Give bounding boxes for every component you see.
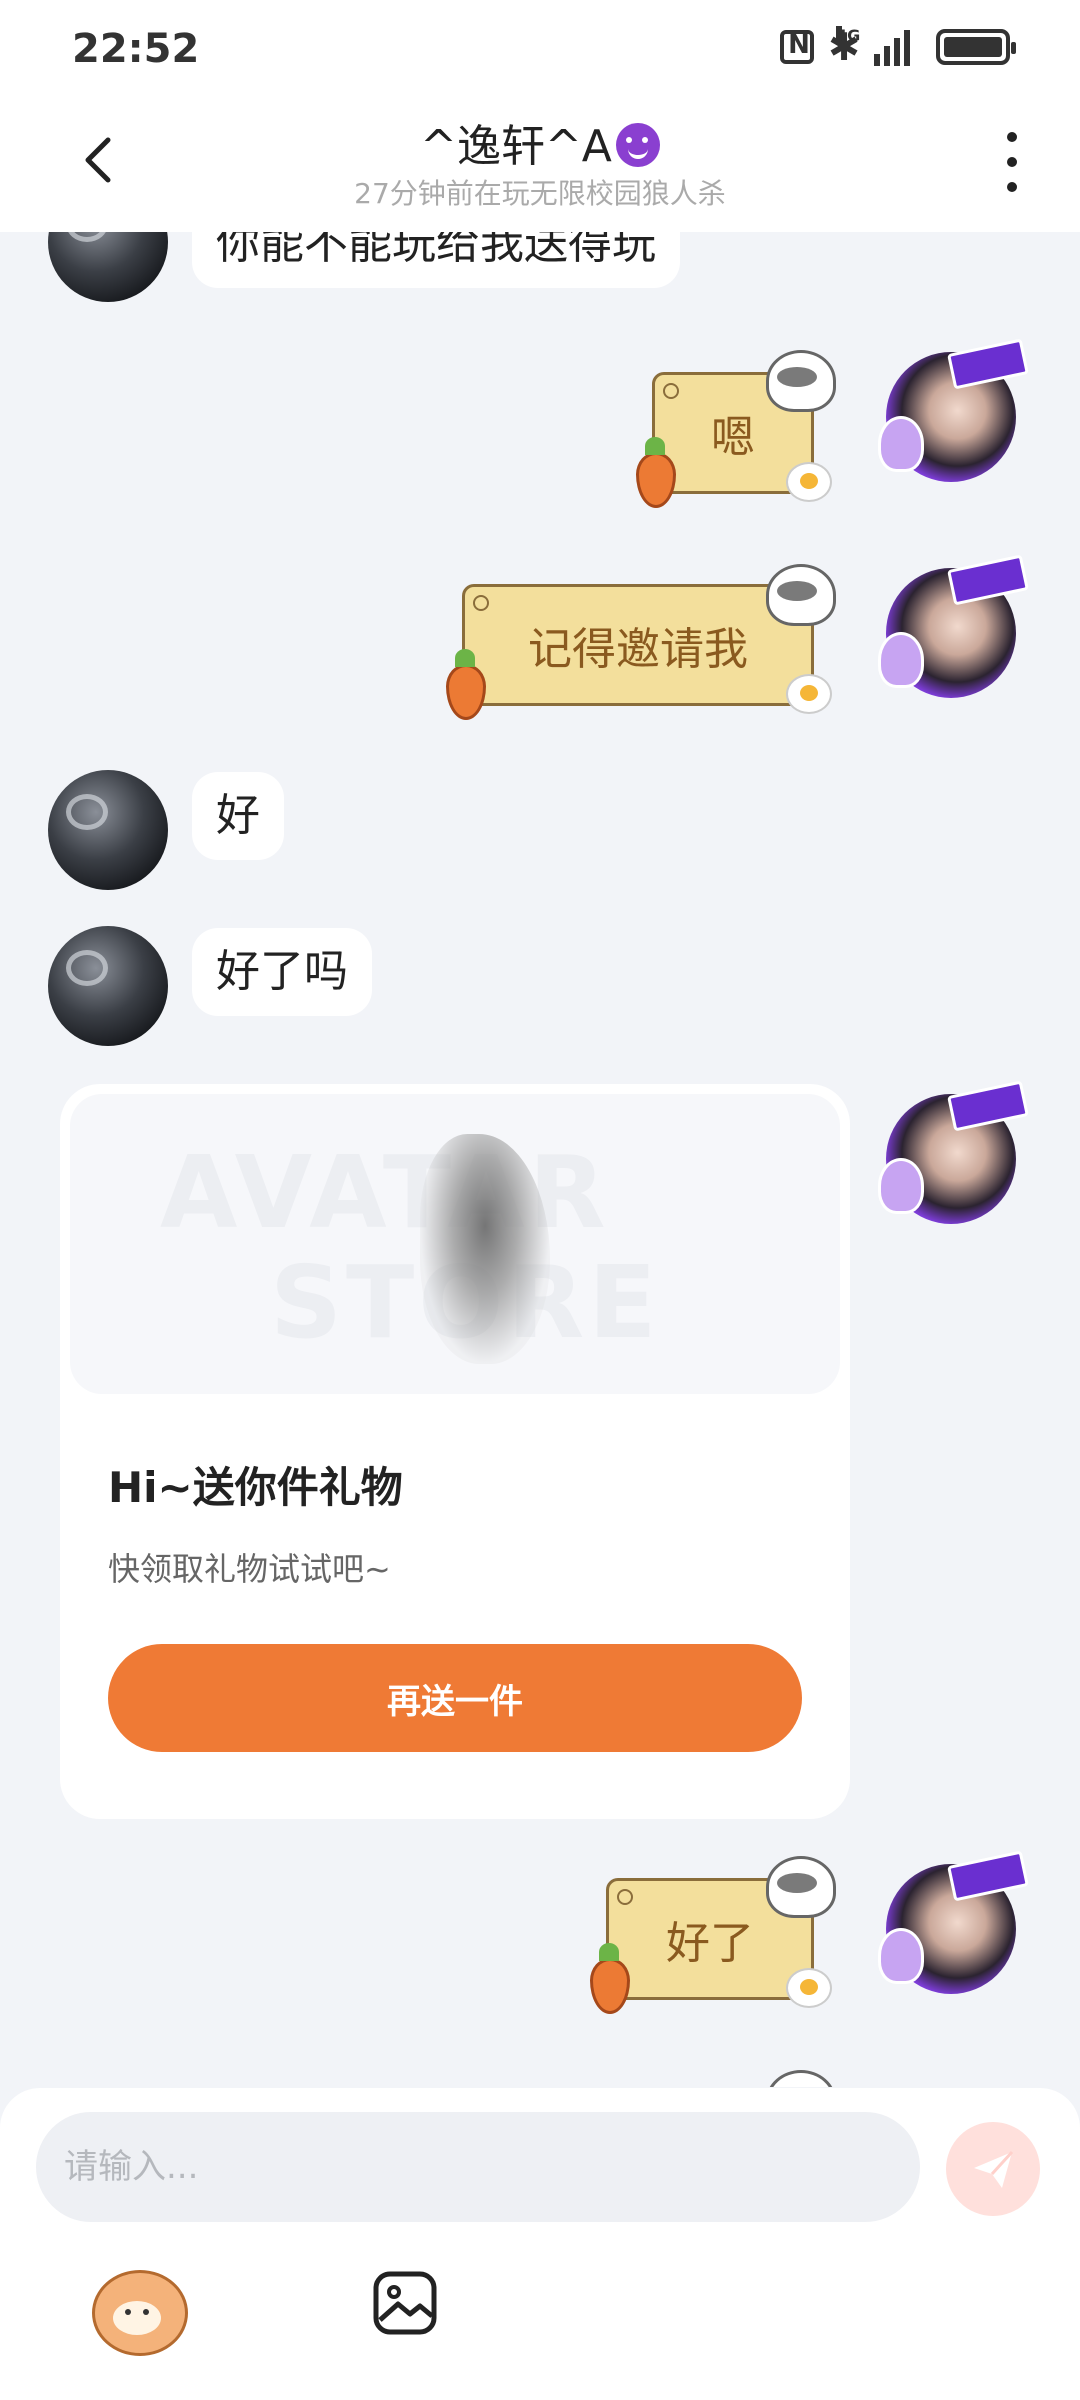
cat-sticker-icon bbox=[766, 1856, 836, 1918]
carrot-sticker-icon bbox=[590, 1943, 630, 2014]
message-bubble-other[interactable]: 你能不能玩给我送得玩 bbox=[192, 232, 680, 289]
gift-description: 快领取礼物试试吧~ bbox=[108, 1550, 391, 1588]
my-avatar[interactable] bbox=[878, 352, 1016, 482]
gift-image[interactable]: AVATAR STORE bbox=[70, 1094, 840, 1394]
cat-sticker-icon bbox=[766, 350, 836, 412]
gift-card[interactable]: AVATAR STORE Hi~送你件礼物 快领取礼物试试吧~ 再送一件 bbox=[60, 1084, 850, 1819]
battery-icon bbox=[936, 29, 1016, 65]
egg-sticker-icon bbox=[786, 462, 832, 502]
image-picker-icon[interactable] bbox=[372, 2270, 438, 2336]
message-bubble-other[interactable]: 好 bbox=[192, 772, 284, 861]
egg-sticker-icon bbox=[786, 1968, 832, 2008]
cat-sticker-icon bbox=[766, 2070, 836, 2087]
contact-avatar[interactable] bbox=[48, 926, 168, 1046]
my-avatar[interactable] bbox=[878, 568, 1016, 698]
status-icons: ✱ 4G bbox=[780, 26, 1016, 66]
signal-icon: 4G bbox=[836, 26, 910, 66]
status-time: 22:52 bbox=[72, 26, 200, 72]
contact-name: ^逸轩^A bbox=[420, 121, 612, 172]
pin-icon bbox=[617, 1889, 633, 1905]
send-paper-plane-icon bbox=[974, 2150, 1014, 2188]
pin-icon bbox=[473, 595, 489, 611]
carrot-sticker-icon bbox=[446, 649, 486, 720]
chat-messages[interactable]: 你能不能玩给我送得玩 嗯 记得邀请我 好 好了吗 AVATAR STORE Hi… bbox=[0, 232, 1080, 2087]
devil-emoji-icon bbox=[615, 123, 660, 167]
cat-sticker-icon bbox=[766, 564, 836, 626]
my-avatar[interactable] bbox=[878, 1094, 1016, 1224]
message-text: 嗯 bbox=[711, 412, 755, 463]
message-text: 好了 bbox=[666, 1918, 754, 1969]
mascot-sticker-icon[interactable] bbox=[92, 2270, 188, 2356]
message-bubble-me[interactable]: 记得邀请我 bbox=[462, 584, 814, 706]
status-bar: 22:52 ✱ 4G bbox=[0, 0, 1080, 100]
network-type-label: 4G bbox=[836, 26, 861, 45]
gift-title: Hi~送你件礼物 bbox=[108, 1463, 403, 1512]
chat-title: ^逸轩^A bbox=[0, 110, 1080, 174]
contact-avatar[interactable] bbox=[48, 770, 168, 890]
send-button[interactable] bbox=[946, 2122, 1040, 2216]
nfc-icon bbox=[780, 30, 815, 64]
message-input[interactable] bbox=[36, 2112, 920, 2222]
contact-status: 27分钟前在玩无限校园狼人杀 bbox=[354, 177, 726, 210]
input-panel bbox=[0, 2088, 1080, 2400]
more-vertical-icon[interactable] bbox=[1002, 132, 1022, 192]
chat-header: ^逸轩^A 27分钟前在玩无限校园狼人杀 bbox=[0, 100, 1080, 232]
egg-sticker-icon bbox=[786, 674, 832, 714]
send-another-gift-button[interactable]: 再送一件 bbox=[108, 1644, 802, 1752]
contact-avatar[interactable] bbox=[48, 232, 168, 302]
pin-icon bbox=[663, 383, 679, 399]
message-bubble-other[interactable]: 好了吗 bbox=[192, 928, 372, 1017]
my-avatar[interactable] bbox=[878, 1864, 1016, 1994]
message-text: 记得邀请我 bbox=[528, 624, 748, 675]
carrot-sticker-icon bbox=[636, 437, 676, 508]
